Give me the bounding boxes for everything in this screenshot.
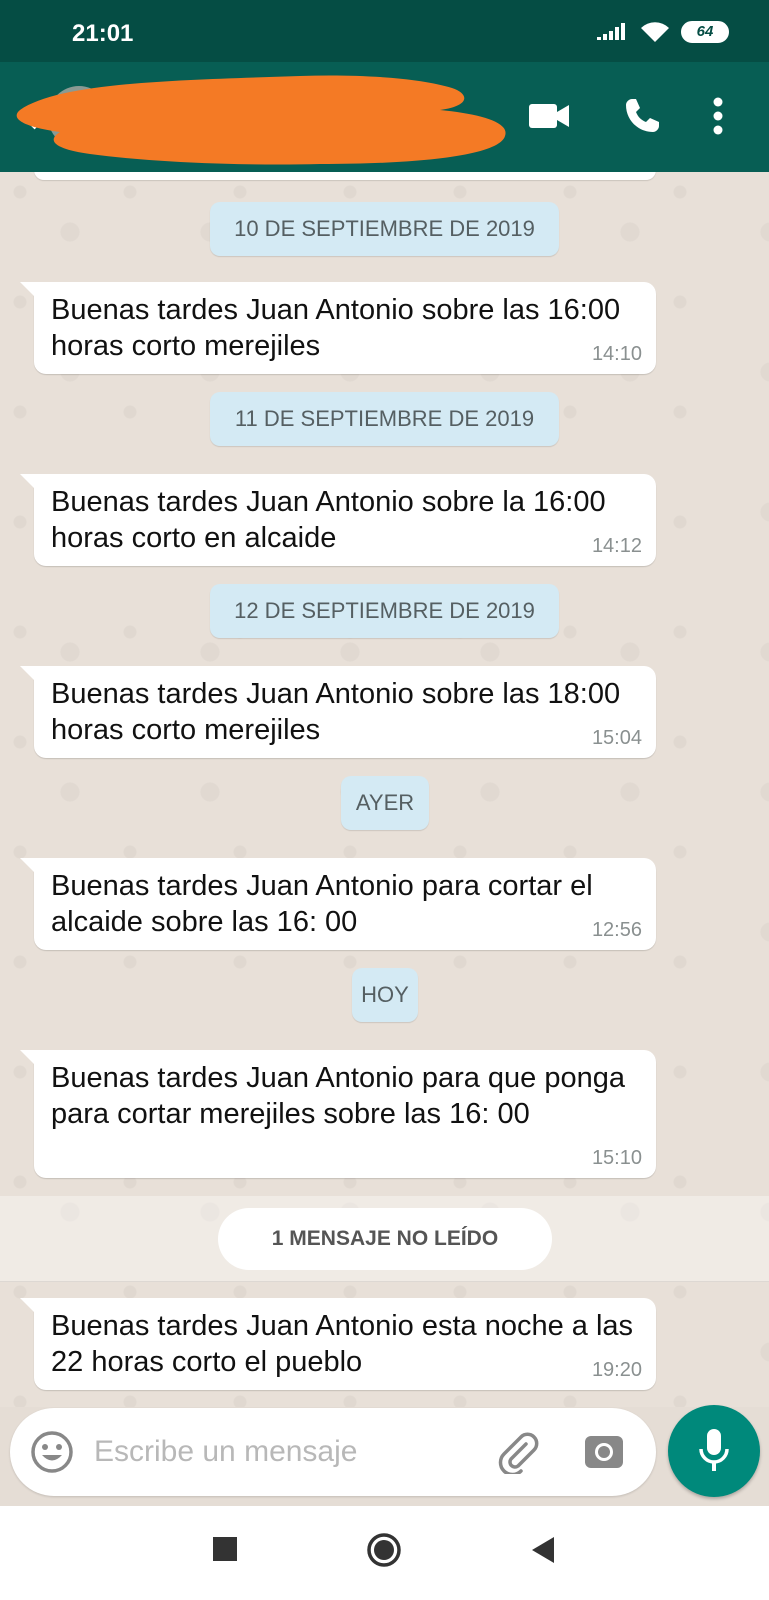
back-icon[interactable] (530, 1536, 556, 1564)
camera-icon[interactable] (582, 1430, 626, 1474)
mic-icon (699, 1429, 729, 1471)
message-composer (10, 1408, 656, 1496)
message-time: 12:56 (591, 919, 642, 941)
message-time: 14:10 (591, 343, 642, 365)
chat-header (0, 62, 769, 172)
message-bubble[interactable]: Buenas tardes Juan Antonio para que pong… (20, 1050, 656, 1178)
unread-divider: 1 MENSAJE NO LEÍDO (0, 1196, 769, 1282)
wifi-icon (641, 22, 669, 42)
message-time: 15:04 (591, 727, 642, 749)
previous-message-bubble (34, 172, 656, 180)
date-chip: 12 DE SEPTIEMBRE DE 2019 (210, 584, 559, 638)
message-bubble[interactable]: Buenas tardes Juan Antonio sobre las 16:… (20, 282, 656, 374)
message-text: Buenas tardes Juan Antonio sobre la 16:0… (51, 486, 606, 554)
message-bubble[interactable]: Buenas tardes Juan Antonio para cortar e… (20, 858, 656, 950)
status-time: 21:01 (72, 20, 134, 47)
message-time: 15:10 (591, 1147, 642, 1169)
status-bar: 21:01 64 (0, 0, 769, 62)
message-text: Buenas tardes Juan Antonio sobre las 18:… (51, 678, 621, 746)
unread-messages-chip: 1 MENSAJE NO LEÍDO (218, 1208, 552, 1270)
message-time: 14:12 (591, 535, 642, 557)
emoji-icon[interactable] (30, 1430, 74, 1474)
mic-button[interactable] (668, 1405, 760, 1497)
attach-icon[interactable] (496, 1430, 540, 1474)
more-options-icon[interactable] (712, 96, 724, 136)
battery-indicator: 64 (681, 21, 729, 43)
message-bubble[interactable]: Buenas tardes Juan Antonio sobre la 16:0… (20, 474, 656, 566)
message-bubble[interactable]: Buenas tardes Juan Antonio esta noche a … (20, 1298, 656, 1390)
message-time: 19:20 (591, 1359, 642, 1381)
date-chip: AYER (341, 776, 429, 830)
message-text: Buenas tardes Juan Antonio sobre las 16:… (51, 294, 621, 362)
system-nav-bar (0, 1506, 769, 1600)
recent-apps-icon[interactable] (212, 1536, 238, 1562)
date-chip: 11 DE SEPTIEMBRE DE 2019 (210, 392, 559, 446)
date-chip: HOY (352, 968, 418, 1022)
message-text: Buenas tardes Juan Antonio para cortar e… (51, 870, 593, 938)
status-icons: 64 (597, 20, 729, 44)
message-input[interactable] (94, 1428, 474, 1476)
date-chip: 10 DE SEPTIEMBRE DE 2019 (210, 202, 559, 256)
redaction-scribble (16, 75, 506, 165)
message-text: Buenas tardes Juan Antonio para que pong… (51, 1062, 626, 1130)
message-text: Buenas tardes Juan Antonio esta noche a … (51, 1310, 634, 1378)
home-icon[interactable] (366, 1532, 402, 1568)
video-call-icon[interactable] (527, 96, 571, 136)
chat-area[interactable]: 10 DE SEPTIEMBRE DE 2019 Buenas tardes J… (0, 172, 769, 1407)
message-bubble[interactable]: Buenas tardes Juan Antonio sobre las 18:… (20, 666, 656, 758)
signal-icon (597, 23, 625, 40)
phone-icon[interactable] (622, 96, 662, 136)
